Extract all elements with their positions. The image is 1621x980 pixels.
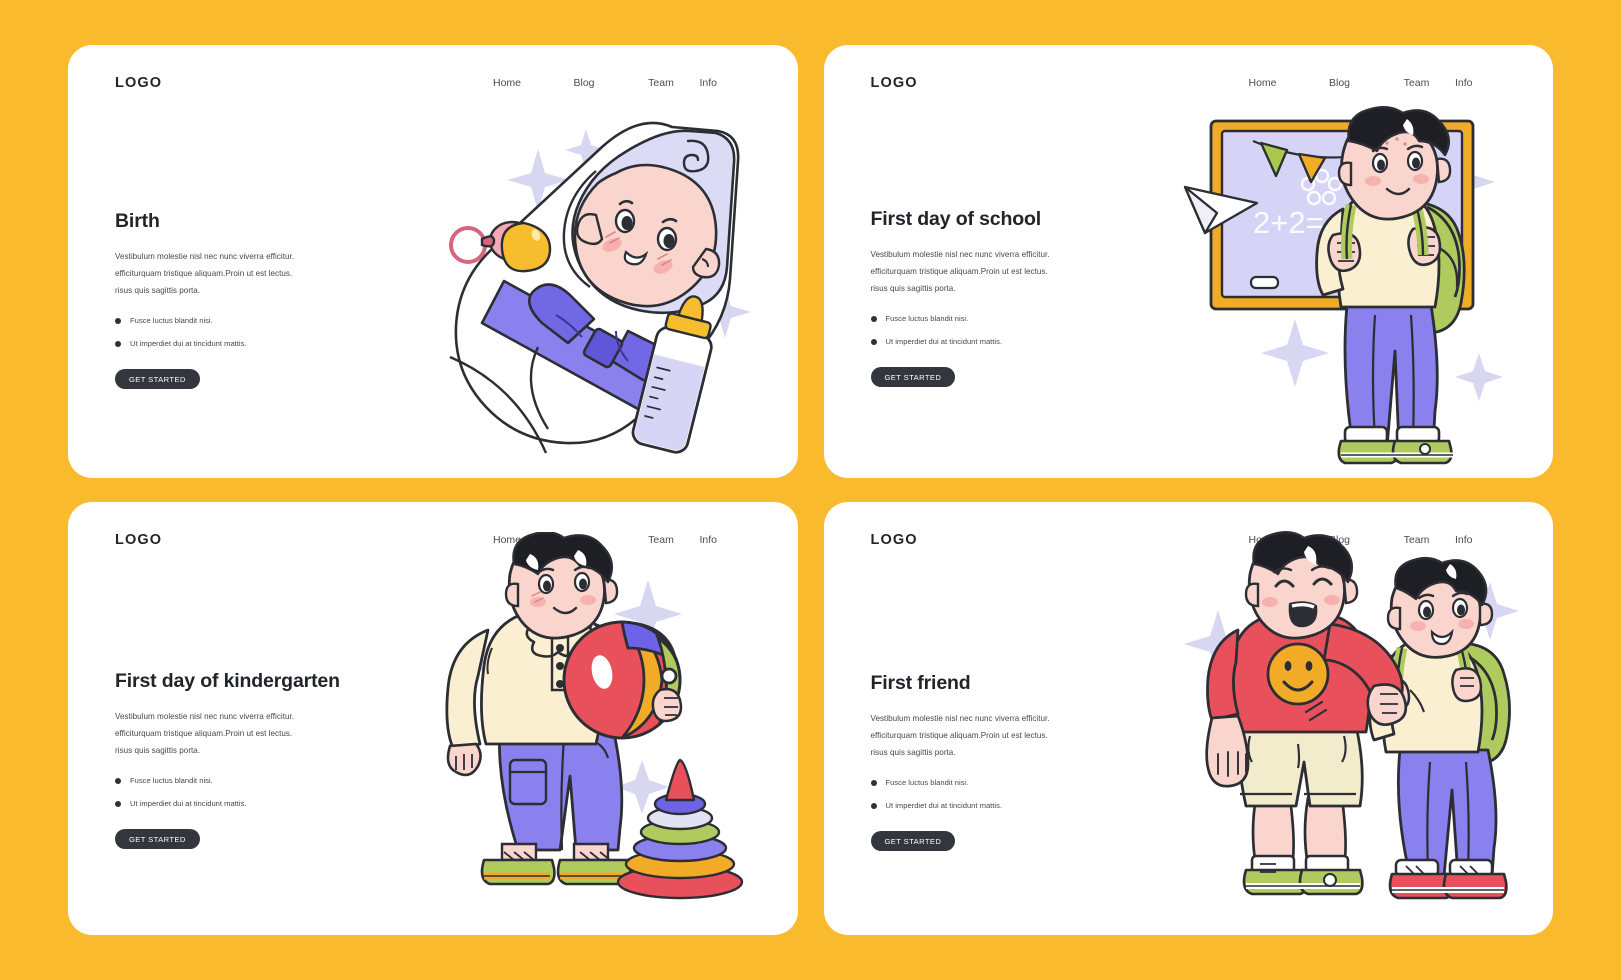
nav-links: Home Blog Team Info [469,77,752,89]
get-started-button[interactable]: GET STARTED [870,367,956,388]
bullet-dot-icon [870,338,877,345]
list-item: Fusce luctus blandit nisi. [870,778,1133,788]
nav-item-team[interactable]: Team [623,534,700,546]
card-first-day-of-kindergarten: LOGO Home Blog Team Info First day of ki… [68,502,798,935]
card-title: First day of school [870,208,1042,230]
nav-item-home[interactable]: Home [469,534,546,546]
nav-item-home[interactable]: Home [1224,534,1301,546]
copy-block: First day of school Vestibulum molestie … [870,208,1133,388]
list-item-label: Fusce luctus blandit nisi. [885,314,969,324]
list-item: Fusce luctus blandit nisi. [115,776,377,785]
feature-list: Fusce luctus blandit nisi. Ut imperdiet … [870,778,1133,811]
list-item: Ut imperdiet dui at tincidunt mattis. [115,339,377,348]
bullet-dot-icon [115,340,121,347]
sparkle-icon [1184,582,1519,678]
list-item-label: Ut imperdiet dui at tincidunt mattis. [130,339,247,349]
bullet-dot-icon [870,315,877,322]
list-item-label: Fusce luctus blandit nisi. [130,316,213,326]
copy-block: First day of kindergarten Vestibulum mol… [115,670,377,850]
nav-item-blog[interactable]: Blog [546,77,623,89]
illustration-two-friends [1178,530,1533,910]
svg-text:2+2=4: 2+2=4 [1253,205,1341,240]
copy-block: First friend Vestibulum molestie nisl ne… [870,672,1133,852]
card-title: First friend [870,672,971,694]
nav-item-blog[interactable]: Blog [1301,77,1378,89]
list-item: Fusce luctus blandit nisi. [870,314,1133,324]
list-item-label: Ut imperdiet dui at tincidunt mattis. [885,801,1003,811]
lead-paragraph: Vestibulum molestie nisl nec nunc viverr… [870,250,1050,293]
nav-item-info[interactable]: Info [1455,77,1507,89]
sparkle-icon [1261,153,1503,401]
nav-links: Home Blog Team Info [1224,77,1507,89]
logo[interactable]: LOGO [871,75,918,91]
nav-item-info[interactable]: Info [700,534,752,546]
list-item-label: Fusce luctus blandit nisi. [885,778,969,788]
list-item: Ut imperdiet dui at tincidunt mattis. [115,799,377,808]
nav-item-home[interactable]: Home [1224,77,1301,89]
nav-item-blog[interactable]: Blog [546,534,623,546]
copy-block: Birth Vestibulum molestie nisl nec nunc … [115,210,377,390]
nav-item-team[interactable]: Team [623,77,700,89]
card-first-day-of-school: LOGO Home Blog Team Info First day of sc… [823,45,1554,478]
list-item: Ut imperdiet dui at tincidunt mattis. [870,801,1133,811]
landing-page-set: LOGO Home Blog Team Info Birth Vestibulu… [0,0,1621,980]
navbar: LOGO Home Blog Team Info [824,532,1554,548]
list-item: Fusce luctus blandit nisi. [115,316,377,325]
nav-links: Home Blog Team Info [1224,534,1507,546]
list-item-label: Fusce luctus blandit nisi. [130,776,213,786]
card-first-friend: LOGO Home Blog Team Info First friend Ve… [823,502,1554,935]
list-item-label: Ut imperdiet dui at tincidunt mattis. [130,799,247,809]
get-started-button[interactable]: GET STARTED [870,831,956,852]
lead-paragraph: Vestibulum molestie nisl nec nunc viverr… [115,712,295,755]
bullet-dot-icon [115,800,121,807]
nav-item-blog[interactable]: Blog [1301,534,1378,546]
bullet-dot-icon [870,802,877,809]
nav-item-info[interactable]: Info [700,77,752,89]
list-item-label: Ut imperdiet dui at tincidunt mattis. [885,337,1003,347]
logo[interactable]: LOGO [115,75,162,91]
card-title: Birth [115,210,160,232]
logo[interactable]: LOGO [115,532,162,548]
lead-paragraph: Vestibulum molestie nisl nec nunc viverr… [870,714,1050,757]
nav-links: Home Blog Team Info [469,534,752,546]
logo[interactable]: LOGO [871,532,918,548]
nav-item-home[interactable]: Home [469,77,546,89]
get-started-button[interactable]: GET STARTED [115,829,200,850]
nav-item-info[interactable]: Info [1455,534,1507,546]
card-title: First day of kindergarten [115,670,340,692]
illustration-swaddled-baby [420,111,780,461]
card-birth: LOGO Home Blog Team Info Birth Vestibulu… [68,45,798,478]
sparkle-icon [465,580,682,814]
navbar: LOGO Home Blog Team Info [824,75,1554,91]
feature-list: Fusce luctus blandit nisi. Ut imperdiet … [115,316,377,348]
illustration-child-with-beach-ball [426,532,756,907]
get-started-button[interactable]: GET STARTED [115,369,200,390]
bullet-dot-icon [870,779,877,786]
feature-list: Fusce luctus blandit nisi. Ut imperdiet … [115,776,377,808]
nav-item-team[interactable]: Team [1378,534,1455,546]
navbar: LOGO Home Blog Team Info [68,532,798,548]
nav-item-team[interactable]: Team [1378,77,1455,89]
feature-list: Fusce luctus blandit nisi. Ut imperdiet … [870,314,1133,347]
bullet-dot-icon [115,317,121,324]
bullet-dot-icon [115,777,121,784]
lead-paragraph: Vestibulum molestie nisl nec nunc viverr… [115,252,295,295]
sparkle-icon [506,129,751,338]
navbar: LOGO Home Blog Team Info [68,75,798,91]
illustration-schoolboy-at-chalkboard: 2+2=4 [1175,97,1535,467]
list-item: Ut imperdiet dui at tincidunt mattis. [870,337,1133,347]
